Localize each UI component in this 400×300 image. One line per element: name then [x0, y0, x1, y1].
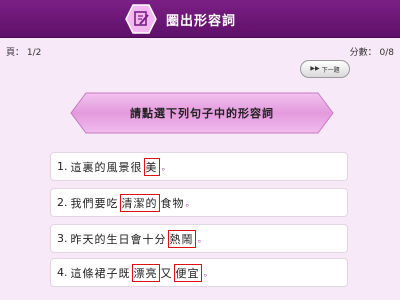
adjective-choice[interactable]: 便宜 [173, 263, 202, 282]
sentence-text: 這條裙子既 [70, 266, 131, 280]
sentence-text: 又 [160, 266, 173, 280]
sentence-text: 我們要吃 [70, 196, 119, 210]
fast-forward-icon: ▶▶ [310, 65, 320, 72]
question-number: 3. [57, 232, 68, 245]
adjective-choice[interactable]: 清潔的 [119, 193, 160, 212]
next-button-label: 下一題 [321, 66, 340, 74]
score-indicator: 分數： 0/8 [349, 48, 394, 58]
header-bar: 圈出形容詞 [0, 0, 400, 38]
sentence-text: 昨天的生日會十分 [70, 232, 167, 246]
sentence-end: 。 [203, 269, 213, 279]
page-indicator: 頁： 1/2 [6, 48, 42, 58]
instruction-text: 請點選下列句子中的形容詞 [130, 107, 274, 120]
sentence-end: 。 [185, 199, 195, 209]
adjective-choice[interactable]: 漂亮 [131, 263, 160, 282]
question-item-1: 1. 這裏的風景很 美 。 [50, 152, 348, 181]
adjective-choice[interactable]: 美 [143, 157, 160, 176]
question-item-2: 2. 我們要吃 清潔的 食物 。 [50, 188, 348, 217]
instruction-banner: 請點選下列句子中的形容詞 [70, 92, 334, 134]
page-title: 圈出形容詞 [166, 14, 237, 29]
sentence-text: 這裏的風景很 [70, 160, 143, 174]
question-number: 4. [57, 266, 68, 279]
question-item-3: 3. 昨天的生日會十分 熱鬧 。 [50, 224, 348, 253]
sentence-end: 。 [161, 163, 171, 173]
edit-icon [125, 4, 157, 34]
question-number: 2. [57, 196, 68, 209]
question-item-4: 4. 這條裙子既 漂亮 又 便宜 。 [50, 258, 348, 287]
next-button[interactable]: ▶▶ 下一題 [300, 60, 350, 78]
adjective-choice[interactable]: 熱鬧 [167, 229, 196, 248]
sentence-text: 食物 [160, 196, 185, 210]
question-number: 1. [57, 160, 68, 173]
sentence-end: 。 [197, 235, 207, 245]
